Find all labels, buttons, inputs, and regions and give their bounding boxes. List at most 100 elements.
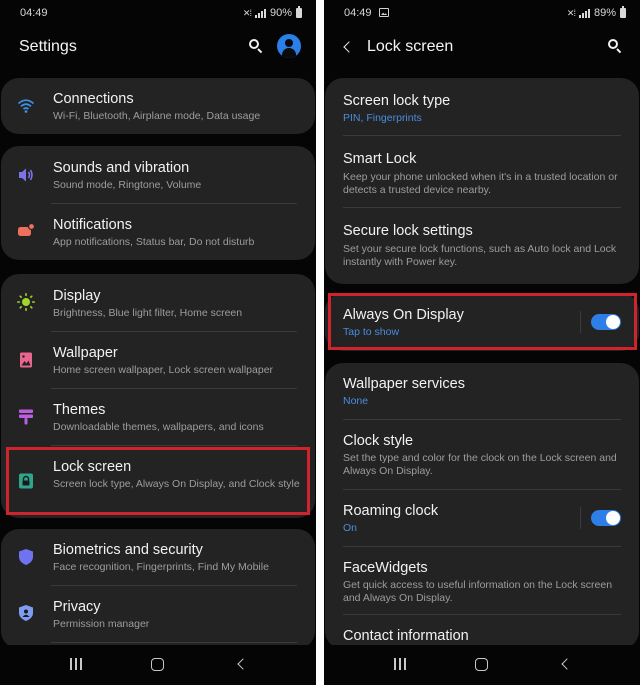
status-bar: 04:49 ✕⁞ 90% [0, 0, 316, 26]
settings-item-privacy[interactable]: Privacy Permission manager [1, 586, 315, 643]
navigation-bar [0, 645, 316, 685]
setting-contact-information[interactable]: Contact information [325, 615, 639, 649]
recent-apps-button[interactable] [394, 657, 408, 673]
item-title: Wallpaper [53, 345, 118, 361]
themes-icon [19, 409, 33, 425]
signal-icon [578, 8, 590, 18]
item-title: Roaming clock [343, 503, 439, 519]
home-button[interactable] [151, 657, 165, 673]
notifications-icon [18, 222, 35, 236]
roaming-clock-toggle[interactable] [591, 510, 621, 526]
battery-icon [620, 6, 626, 18]
status-time: 04:49 [20, 7, 48, 19]
item-subtitle: Sound mode, Ringtone, Volume [53, 179, 202, 191]
item-value: None [343, 395, 369, 407]
battery-icon [296, 6, 302, 18]
always-on-display-toggle[interactable] [591, 314, 621, 330]
settings-item-themes[interactable]: Themes Downloadable themes, wallpapers, … [1, 389, 315, 446]
setting-smart-lock[interactable]: Smart Lock Keep your phone unlocked when… [325, 136, 639, 208]
setting-clock-style[interactable]: Clock style Set the type and color for t… [325, 420, 639, 490]
item-subtitle: App notifications, Status bar, Do not di… [53, 236, 255, 248]
mute-icon: ✕⁞ [242, 7, 252, 18]
item-value: Tap to show [343, 326, 400, 338]
item-title: Notifications [53, 217, 132, 233]
item-title: Wallpaper services [343, 376, 465, 392]
item-subtitle: Set the type and color for the clock on … [343, 452, 617, 477]
settings-screen: 04:49 ✕⁞ 90% Settings Connections Wi-Fi,… [0, 0, 316, 685]
setting-roaming-clock[interactable]: Roaming clock On [325, 490, 639, 547]
search-icon [249, 39, 259, 49]
item-title: Contact information [343, 628, 469, 644]
settings-group: Sounds and vibration Sound mode, Rington… [1, 146, 315, 260]
status-bar: 04:49 ✕⁞ 89% [324, 0, 640, 26]
privacy-icon [19, 605, 33, 621]
item-subtitle: Wi-Fi, Bluetooth, Airplane mode, Data us… [53, 110, 261, 122]
back-button[interactable] [340, 38, 356, 56]
item-title: Always On Display [343, 307, 464, 323]
back-nav-button[interactable] [559, 657, 573, 673]
page-title: Settings [19, 38, 77, 55]
search-icon [608, 39, 618, 49]
setting-facewidgets[interactable]: FaceWidgets Get quick access to useful i… [325, 547, 639, 615]
back-icon [561, 658, 573, 670]
item-title: Sounds and vibration [53, 160, 190, 176]
settings-item-notifications[interactable]: Notifications App notifications, Status … [1, 204, 315, 260]
setting-always-on-display[interactable]: Always On Display Tap to show [325, 293, 639, 351]
item-value: PIN, Fingerprints [343, 112, 422, 124]
setting-screen-lock-type[interactable]: Screen lock type PIN, Fingerprints [325, 78, 639, 136]
gallery-notification-icon [379, 8, 389, 17]
item-subtitle: Downloadable themes, wallpapers, and ico… [53, 421, 264, 433]
item-title: Display [53, 288, 101, 304]
search-button[interactable] [247, 37, 265, 55]
app-bar: Settings [0, 30, 316, 64]
battery-percent: 90% [269, 7, 292, 19]
navigation-bar [324, 645, 640, 685]
home-icon [475, 658, 488, 671]
item-title: FaceWidgets [343, 560, 428, 576]
search-button[interactable] [606, 37, 624, 55]
lock-icon [19, 473, 33, 489]
item-subtitle: Get quick access to useful information o… [343, 579, 613, 604]
setting-secure-lock[interactable]: Secure lock settings Set your secure loc… [325, 208, 639, 284]
settings-item-sounds[interactable]: Sounds and vibration Sound mode, Rington… [1, 146, 315, 204]
lock-screen-settings-screen: 04:49 ✕⁞ 89% Lock screen Screen lock typ… [324, 0, 640, 685]
recent-apps-button[interactable] [70, 657, 84, 673]
item-title: Clock style [343, 433, 414, 449]
item-subtitle: Brightness, Blue light filter, Home scre… [53, 307, 243, 319]
separator [580, 507, 581, 529]
divider [51, 642, 297, 643]
app-bar: Lock screen [324, 30, 640, 64]
item-subtitle: Permission manager [53, 618, 150, 630]
settings-item-biometrics[interactable]: Biometrics and security Face recognition… [1, 529, 315, 586]
separator [580, 311, 581, 333]
wifi-icon [17, 99, 35, 113]
back-nav-button[interactable] [235, 657, 249, 673]
settings-item-lock-screen[interactable]: Lock screen Screen lock type, Always On … [1, 446, 315, 518]
account-avatar[interactable] [277, 34, 301, 58]
brightness-icon [17, 293, 35, 311]
volume-icon [19, 168, 33, 182]
back-icon [237, 658, 249, 670]
settings-group: Connections Wi-Fi, Bluetooth, Airplane m… [1, 78, 315, 134]
item-title: Privacy [53, 599, 101, 615]
item-title: Themes [53, 402, 106, 418]
settings-group: Screen lock type PIN, Fingerprints Smart… [325, 78, 639, 284]
item-subtitle: Home screen wallpaper, Lock screen wallp… [53, 364, 274, 376]
item-title: Biometrics and security [53, 542, 203, 558]
settings-item-display[interactable]: Display Brightness, Blue light filter, H… [1, 274, 315, 332]
signal-icon [254, 8, 266, 18]
settings-group: Wallpaper services None Clock style Set … [325, 363, 639, 649]
home-button[interactable] [475, 657, 489, 673]
item-title: Smart Lock [343, 151, 417, 167]
status-time: 04:49 [344, 7, 372, 19]
battery-percent: 89% [593, 7, 616, 19]
item-value: On [343, 522, 358, 534]
item-subtitle: Keep your phone unlocked when it's in a … [343, 171, 618, 196]
settings-group: Always On Display Tap to show [325, 293, 639, 351]
setting-wallpaper-services[interactable]: Wallpaper services None [325, 363, 639, 420]
settings-group: Display Brightness, Blue light filter, H… [1, 274, 315, 518]
settings-item-wallpaper[interactable]: Wallpaper Home screen wallpaper, Lock sc… [1, 332, 315, 389]
item-title: Lock screen [53, 459, 132, 475]
settings-item-connections[interactable]: Connections Wi-Fi, Bluetooth, Airplane m… [1, 78, 315, 134]
page-title: Lock screen [367, 38, 454, 55]
